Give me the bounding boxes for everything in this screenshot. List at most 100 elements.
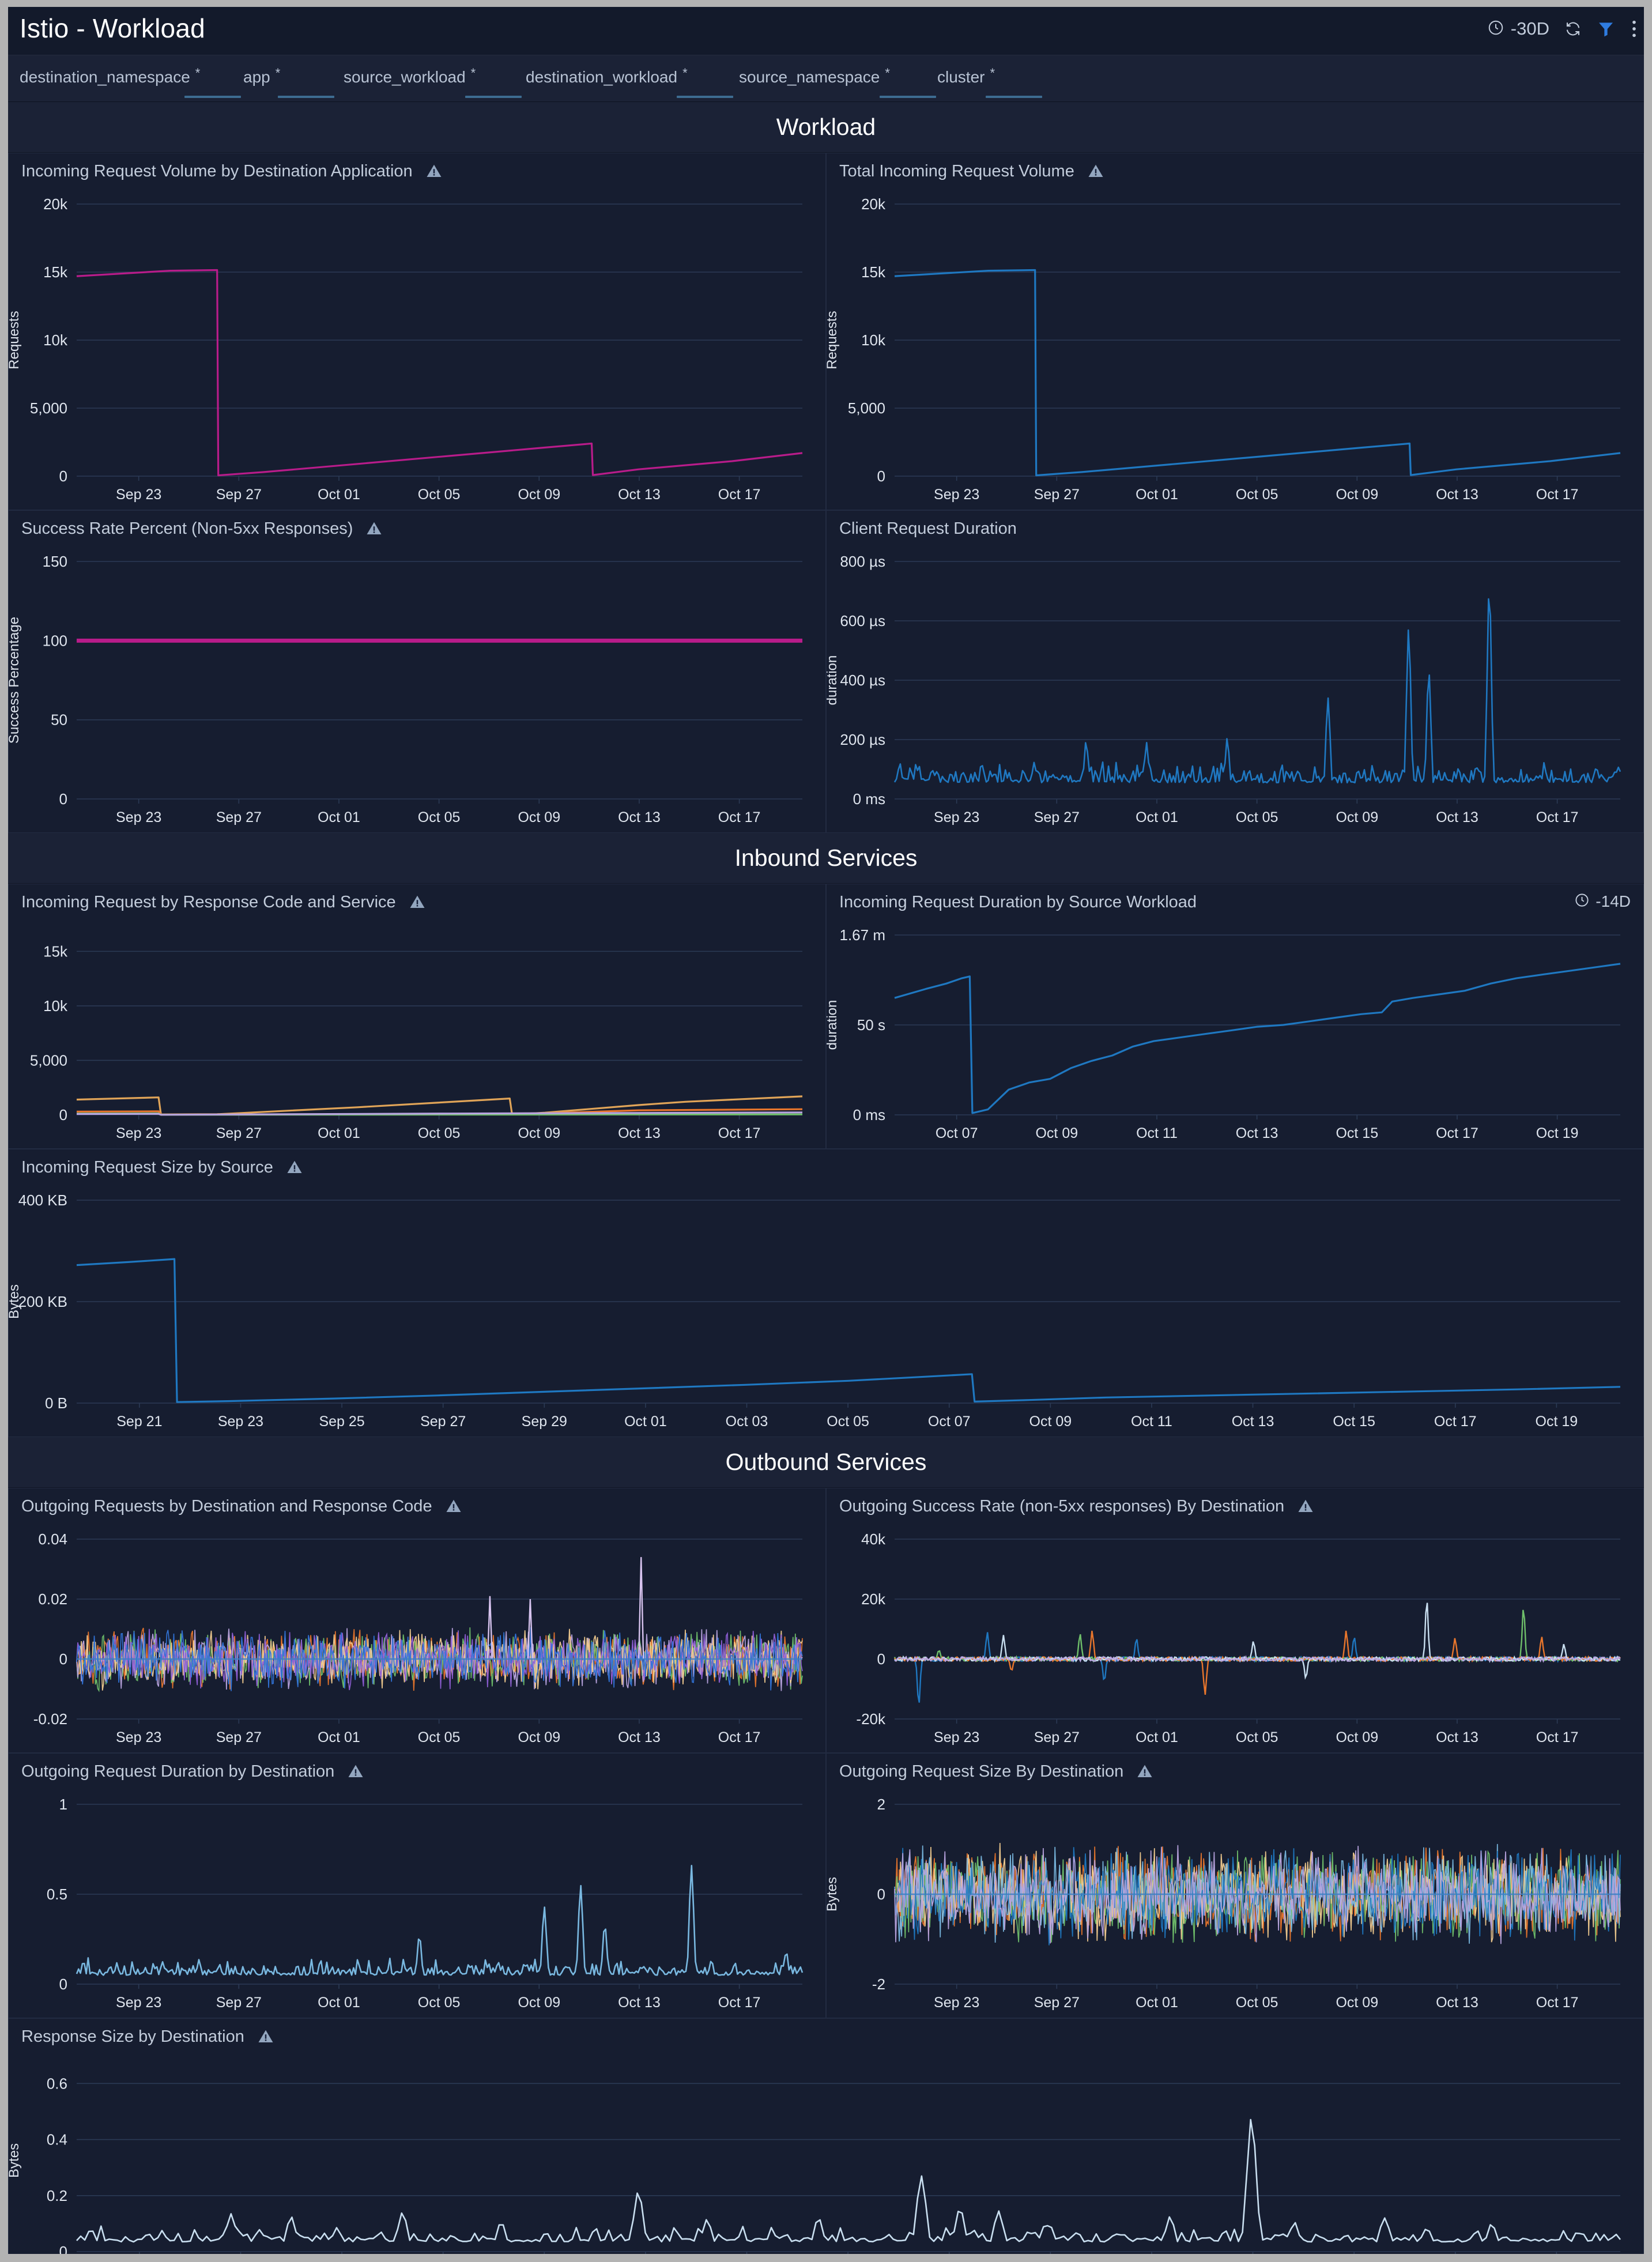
chart-area: 0 ms 50 s 1.67 m Oct 07 Oct 09 Oct 11 Oct 13 Oc… (827, 920, 1643, 1148)
panel-incoming-request-volume-by-destination-application[interactable]: Incoming Request Volume by Destination A… (8, 153, 826, 510)
svg-text:Oct 13: Oct 13 (1232, 1413, 1274, 1430)
svg-text:400 KB: 400 KB (18, 1192, 67, 1209)
panel-incoming-request-by-response-code-and-service[interactable]: Incoming Request by Response Code and Se… (8, 884, 826, 1149)
panel-outgoing-success-rate-by-destination[interactable]: Outgoing Success Rate (non-5xx responses… (826, 1488, 1644, 1753)
warning-icon[interactable] (425, 163, 443, 180)
panel-incoming-request-size-by-source[interactable]: Incoming Request Size by Source 0 B 200 K… (8, 1149, 1644, 1437)
filter-app[interactable]: app * (243, 66, 334, 98)
svg-text:Oct 01: Oct 01 (318, 809, 360, 825)
svg-text:50: 50 (51, 711, 67, 729)
warning-icon[interactable] (347, 1763, 364, 1780)
filter-icon[interactable] (1597, 20, 1615, 38)
panel-outgoing-request-size-by-destination[interactable]: Outgoing Request Size By Destination -2 0… (826, 1753, 1644, 2018)
dashboard-topbar: Istio - Workload -30D (8, 7, 1644, 55)
svg-text:Oct 13: Oct 13 (618, 809, 661, 825)
section-header-workload: Workload (8, 102, 1644, 153)
svg-text:Oct 09: Oct 09 (518, 1729, 560, 1745)
warning-icon[interactable] (1297, 1498, 1314, 1515)
svg-text:Oct 09: Oct 09 (1336, 1729, 1378, 1745)
panel-header: Outgoing Request Duration by Destination (9, 1754, 825, 1789)
svg-text:Sep 23: Sep 23 (934, 809, 979, 825)
filter-value: * (885, 66, 890, 80)
svg-text:20k: 20k (861, 1590, 886, 1608)
svg-text:Oct 11: Oct 11 (1131, 1413, 1172, 1430)
chart-area: 0 5,000 10k 15k Sep 23 Sep 27 Oct 01 Oct 05 Oct … (9, 920, 825, 1148)
panel-outgoing-request-duration-by-destination[interactable]: Outgoing Request Duration by Destination… (8, 1753, 826, 2018)
kebab-menu-icon[interactable] (1630, 19, 1638, 39)
svg-text:Oct 05: Oct 05 (1236, 1729, 1278, 1745)
svg-text:Oct 15: Oct 15 (1336, 1125, 1378, 1141)
panel-title: Outgoing Success Rate (non-5xx responses… (839, 1496, 1285, 1515)
panel-client-request-duration[interactable]: Client Request Duration 0 ms 200 µs 400 µs… (826, 510, 1644, 833)
panel-total-incoming-request-volume[interactable]: Total Incoming Request Volume 0 5,000 10k 1… (826, 153, 1644, 510)
svg-text:Sep 27: Sep 27 (420, 1413, 466, 1430)
panel-title: Total Incoming Request Volume (839, 161, 1074, 180)
panel-header: Client Request Duration (827, 511, 1643, 546)
warning-icon[interactable] (1087, 163, 1104, 180)
filter-cluster[interactable]: cluster * (937, 66, 1042, 98)
svg-text:0: 0 (59, 468, 67, 485)
svg-text:Oct 17: Oct 17 (718, 1729, 761, 1745)
svg-text:Oct 01: Oct 01 (1136, 809, 1178, 825)
filter-source-namespace[interactable]: source_namespace * (739, 66, 936, 98)
svg-text:Sep 27: Sep 27 (1034, 809, 1080, 825)
svg-text:Sep 27: Sep 27 (216, 809, 262, 825)
warning-icon[interactable] (1136, 1763, 1153, 1780)
svg-text:Oct 09: Oct 09 (1029, 1413, 1072, 1430)
chart-area: -20k 0 20k 40k Sep 23 Sep 27 Oct 01 Oct 05 Oct 0… (827, 1524, 1643, 1752)
axis-label-y: Requests (826, 311, 840, 370)
refresh-icon[interactable] (1564, 20, 1582, 37)
svg-text:Sep 23: Sep 23 (116, 487, 161, 503)
panel-title: Outgoing Request Duration by Destination (21, 1762, 335, 1781)
warning-icon[interactable] (445, 1498, 462, 1515)
panel-incoming-request-duration-by-source-workload[interactable]: Incoming Request Duration by Source Work… (826, 884, 1644, 1149)
svg-text:Oct 05: Oct 05 (1236, 1995, 1278, 2011)
time-range-picker[interactable]: -30D (1487, 18, 1549, 39)
svg-text:40k: 40k (861, 1530, 886, 1548)
panel-title: Client Request Duration (839, 519, 1017, 538)
svg-text:Oct 01: Oct 01 (624, 1413, 667, 1430)
svg-text:10k: 10k (861, 331, 886, 349)
panel-header: Incoming Request Duration by Source Work… (827, 884, 1643, 920)
svg-text:10k: 10k (43, 997, 68, 1015)
filter-source-workload[interactable]: source_workload * (344, 66, 522, 98)
panel-outgoing-requests-by-destination-and-response-code[interactable]: Outgoing Requests by Destination and Res… (8, 1488, 826, 1753)
panel-response-size-by-destination[interactable]: Response Size by Destination 00.20.40.6S… (8, 2018, 1644, 2254)
svg-text:-2: -2 (872, 1976, 885, 1993)
svg-text:Oct 13: Oct 13 (1436, 1729, 1478, 1745)
filter-destination-workload[interactable]: destination_workload * (526, 66, 733, 98)
svg-text:20k: 20k (861, 195, 886, 213)
filter-destination-namespace[interactable]: destination_namespace * (20, 66, 241, 98)
svg-text:0: 0 (59, 1650, 67, 1668)
warning-icon[interactable] (409, 894, 426, 911)
filter-value: * (470, 66, 476, 80)
chart-area: 0 B 200 KB 400 KB Sep 21 Sep 23 Sep 25 Sep 27 S… (9, 1185, 1643, 1437)
svg-text:Oct 17: Oct 17 (1536, 487, 1579, 503)
filter-value: * (195, 66, 201, 80)
clock-icon (1574, 892, 1590, 911)
panel-time-override[interactable]: -14D (1574, 892, 1631, 911)
panel-header: Outgoing Request Size By Destination (827, 1754, 1643, 1789)
warning-icon[interactable] (365, 520, 383, 537)
panel-header: Incoming Request Volume by Destination A… (9, 153, 825, 189)
svg-text:100: 100 (43, 632, 67, 649)
page-title: Istio - Workload (20, 13, 205, 43)
svg-text:Sep 27: Sep 27 (1034, 1995, 1080, 2011)
svg-text:400 µs: 400 µs (840, 672, 885, 689)
panel-row-6: Outgoing Request Duration by Destination… (8, 1753, 1644, 2018)
svg-text:Oct 01: Oct 01 (318, 1995, 360, 2011)
svg-text:150: 150 (43, 553, 67, 570)
topbar-actions: -30D (1487, 18, 1638, 39)
svg-text:0.4: 0.4 (47, 2131, 67, 2148)
warning-icon[interactable] (257, 2028, 274, 2045)
clock-icon (1487, 19, 1504, 39)
filter-value: * (275, 66, 281, 80)
svg-text:Sep 23: Sep 23 (116, 1125, 161, 1141)
svg-text:Oct 17: Oct 17 (1434, 1413, 1477, 1430)
panel-row-1: Incoming Request Volume by Destination A… (8, 153, 1644, 510)
warning-icon[interactable] (286, 1159, 303, 1176)
panel-success-rate-percent[interactable]: Success Rate Percent (Non-5xx Responses)… (8, 510, 826, 833)
svg-text:Oct 17: Oct 17 (1536, 1729, 1579, 1745)
svg-text:20k: 20k (43, 195, 68, 213)
svg-text:Oct 17: Oct 17 (1536, 1995, 1579, 2011)
